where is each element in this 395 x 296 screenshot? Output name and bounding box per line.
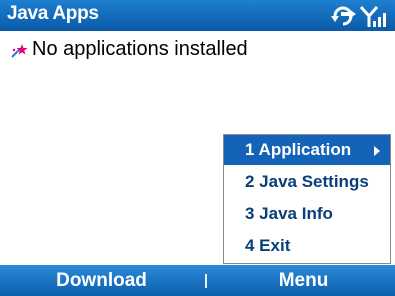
menu-softkey[interactable]: Menu [212, 265, 395, 296]
signal-strength-icon[interactable] [359, 6, 386, 27]
menu-item-java-info[interactable]: 3 Java Info [224, 199, 390, 229]
softkey-divider [205, 274, 207, 288]
menu-item-exit[interactable]: 4 Exit [224, 231, 390, 261]
submenu-arrow-icon [374, 146, 380, 156]
menu-item-label: 2 Java Settings [245, 172, 369, 191]
title-bar: Java Apps [0, 0, 395, 31]
menu-item-label: 4 Exit [245, 236, 291, 255]
popup-menu: 1 Application 2 Java Settings 3 Java Inf… [223, 134, 391, 264]
empty-message: No applications installed [32, 38, 248, 60]
menu-item-label: 1 Application [245, 140, 352, 159]
menu-item-java-settings[interactable]: 2 Java Settings [224, 167, 390, 197]
app-title: Java Apps [7, 3, 99, 24]
status-icons [329, 2, 389, 30]
softkey-bar: Download Menu [0, 265, 395, 296]
menu-item-label: 3 Java Info [245, 204, 333, 223]
menu-item-application[interactable]: 1 Application [224, 135, 390, 165]
connectivity-icon[interactable] [331, 6, 356, 26]
download-softkey[interactable]: Download [0, 265, 203, 296]
sparkle-star-icon [11, 44, 28, 58]
